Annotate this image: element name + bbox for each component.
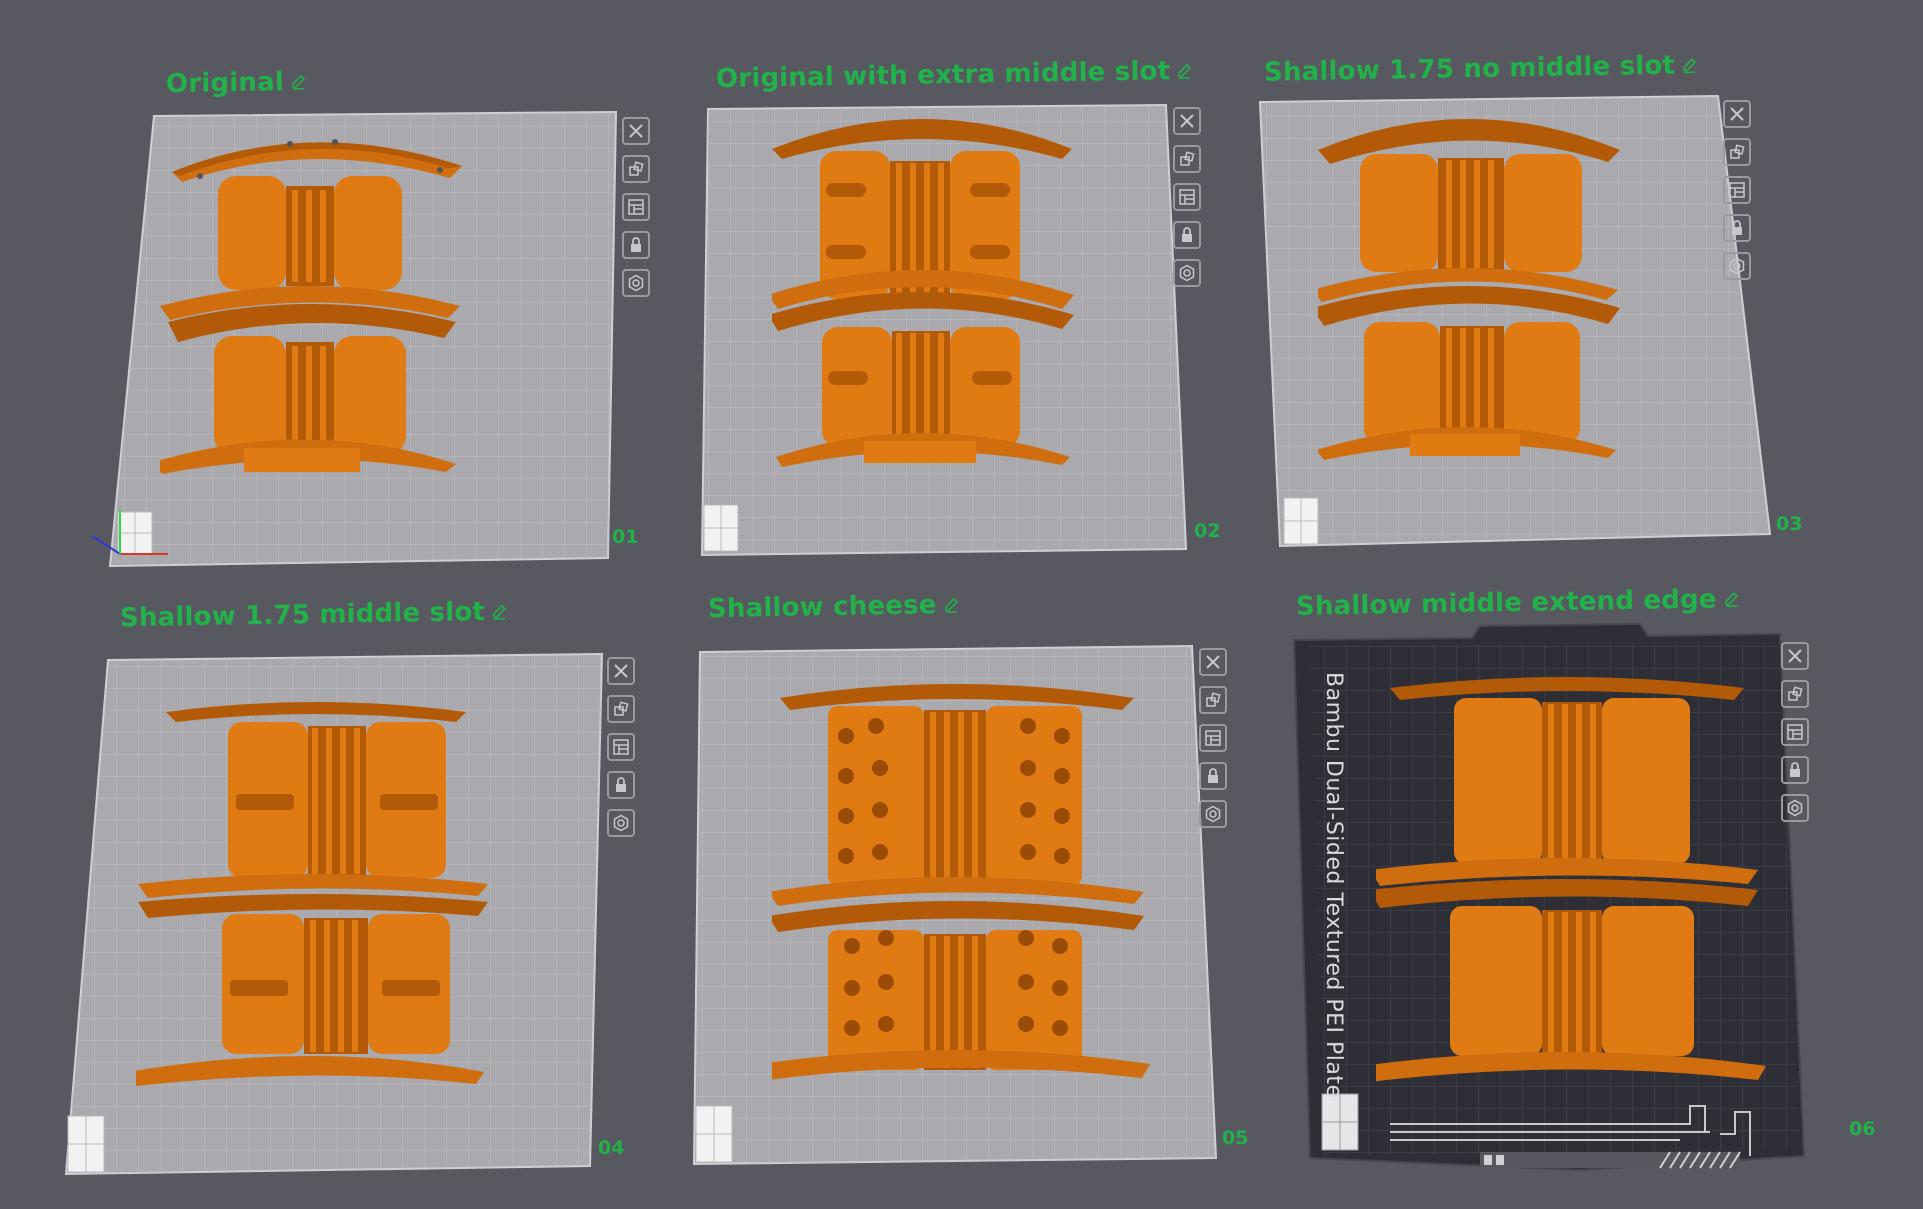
plate-2: Original with extra middle slot 02 bbox=[620, 55, 1220, 575]
close-icon[interactable] bbox=[1781, 642, 1809, 670]
lock-icon[interactable] bbox=[1199, 762, 1227, 790]
layout-icon[interactable] bbox=[607, 733, 635, 761]
plate-3-toolbar bbox=[1723, 100, 1751, 280]
arrange-icon[interactable] bbox=[1199, 686, 1227, 714]
plate-6-number: 06 bbox=[1849, 1118, 1876, 1140]
plate-6-bed-label: Bambu Dual-Sided Textured PEI Plate bbox=[1321, 672, 1346, 1099]
plate-1-spool-model[interactable] bbox=[160, 116, 570, 476]
plate-3-number: 03 bbox=[1776, 513, 1803, 535]
plate-4-spool-model[interactable] bbox=[136, 700, 506, 1100]
plate-6: Shallow middle extend edge Bambu Dual-Si… bbox=[1280, 580, 1900, 1180]
lock-icon[interactable] bbox=[1723, 214, 1751, 242]
plate-2-spool-model[interactable] bbox=[772, 99, 1112, 471]
plate-5-toolbar bbox=[1199, 648, 1227, 828]
close-icon[interactable] bbox=[1199, 648, 1227, 676]
settings-icon[interactable] bbox=[1173, 259, 1201, 287]
plate-4-number: 04 bbox=[598, 1137, 625, 1159]
plate-6-spool-model[interactable] bbox=[1376, 674, 1776, 1094]
arrange-icon[interactable] bbox=[1173, 145, 1201, 173]
settings-icon[interactable] bbox=[607, 809, 635, 837]
layout-icon[interactable] bbox=[1173, 183, 1201, 211]
plate-5-number: 05 bbox=[1222, 1127, 1249, 1149]
arrange-icon[interactable] bbox=[1723, 138, 1751, 166]
plate-1: Original 01 bbox=[80, 60, 650, 580]
settings-icon[interactable] bbox=[1199, 800, 1227, 828]
plate-4-toolbar bbox=[607, 657, 635, 837]
lock-icon[interactable] bbox=[1173, 221, 1201, 249]
settings-icon[interactable] bbox=[1723, 252, 1751, 280]
arrange-icon[interactable] bbox=[607, 695, 635, 723]
settings-icon[interactable] bbox=[1781, 794, 1809, 822]
arrange-icon[interactable] bbox=[1781, 680, 1809, 708]
plate-5: Shallow cheese 05 bbox=[680, 590, 1280, 1170]
plate-3: Shallow 1.75 no middle slot 03 bbox=[1200, 50, 1840, 560]
close-icon[interactable] bbox=[1173, 107, 1201, 135]
layout-icon[interactable] bbox=[1723, 176, 1751, 204]
close-icon[interactable] bbox=[607, 657, 635, 685]
layout-icon[interactable] bbox=[1781, 718, 1809, 746]
layout-icon[interactable] bbox=[1199, 724, 1227, 752]
plate-5-spool-model[interactable] bbox=[772, 676, 1152, 1086]
plate-2-toolbar bbox=[1173, 107, 1201, 287]
lock-icon[interactable] bbox=[1781, 756, 1809, 784]
plate-6-toolbar bbox=[1781, 642, 1809, 822]
plate-3-spool-model[interactable] bbox=[1318, 94, 1658, 460]
plate-4: Shallow 1.75 middle slot 04 bbox=[50, 597, 640, 1180]
lock-icon[interactable] bbox=[607, 771, 635, 799]
close-icon[interactable] bbox=[1723, 100, 1751, 128]
